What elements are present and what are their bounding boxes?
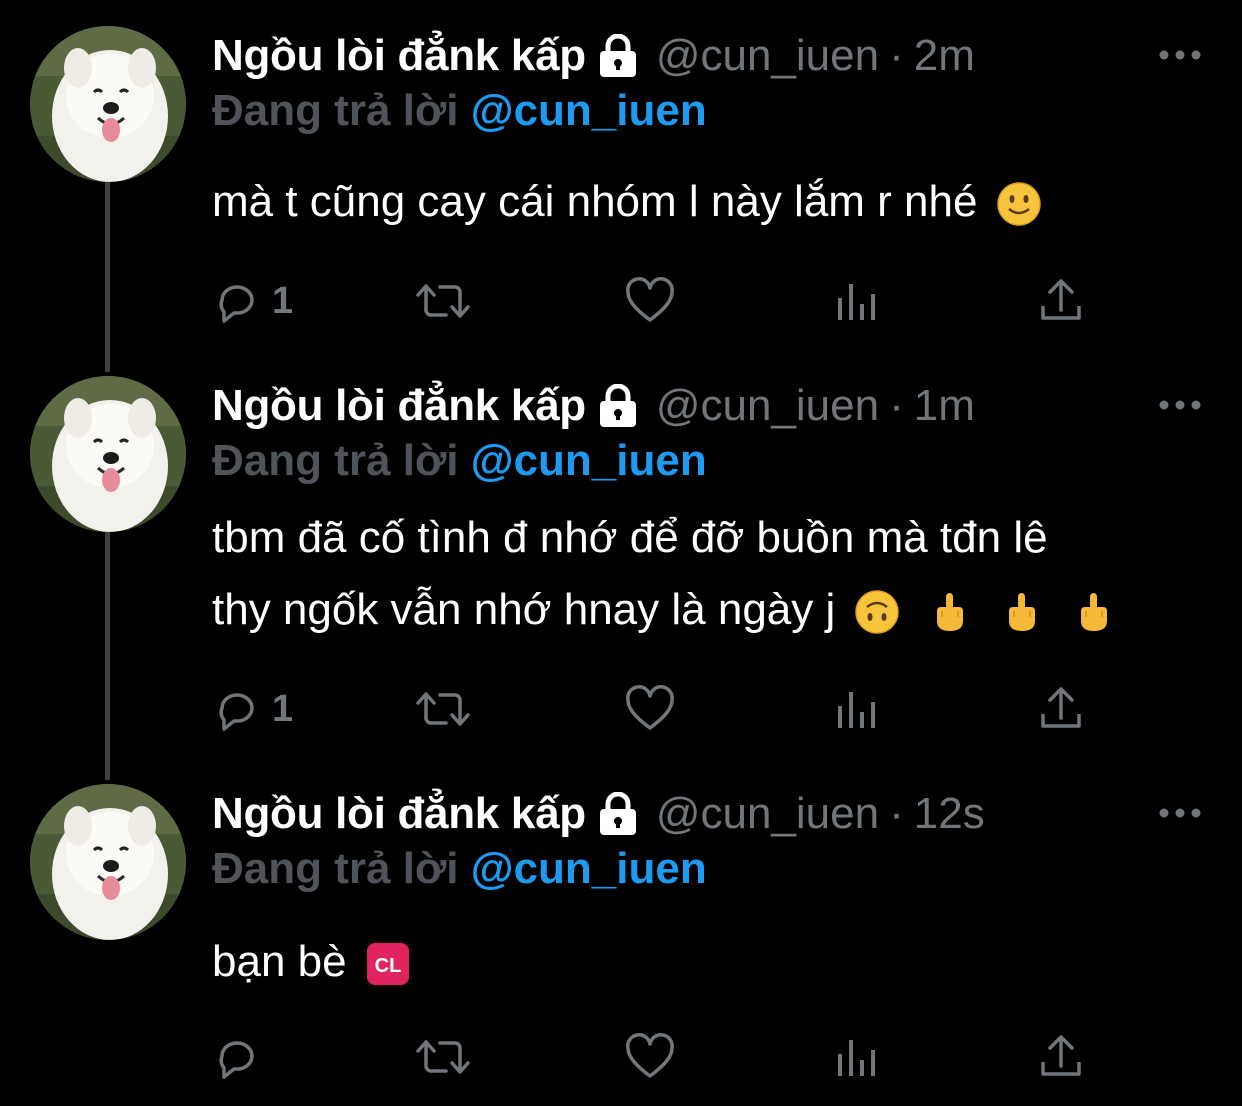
tweet-line: mà t cũng cay cái nhóm l này lắm r nhé xyxy=(212,177,978,226)
display-name[interactable]: Ngồu lòi đẳnk kấp xyxy=(212,31,586,81)
lock-icon xyxy=(599,792,636,835)
reply-count: 1 xyxy=(272,687,294,730)
slightly-smiling-face-emoji xyxy=(996,182,1041,227)
middle-finger-emoji xyxy=(1081,593,1108,632)
user-handle[interactable]: @cun_iuen xyxy=(656,789,879,839)
lock-icon xyxy=(599,34,636,77)
like-icon xyxy=(626,1033,674,1078)
share-icon xyxy=(1041,279,1081,320)
display-name[interactable]: Ngồu lòi đẳnk kấp xyxy=(212,789,586,839)
separator-dot: · xyxy=(889,381,904,430)
timestamp[interactable]: 12s xyxy=(914,789,985,839)
like-icon xyxy=(626,277,674,322)
replying-to-label: Đang trả lời xyxy=(212,86,459,135)
tweet-actions xyxy=(212,1030,1092,1084)
retweet-icon xyxy=(416,284,470,318)
replying-to: Đang trả lời @cun_iuen xyxy=(212,436,707,486)
views-button[interactable] xyxy=(834,682,880,736)
reply-icon xyxy=(219,285,254,323)
tweet-thread: Ngồu lòi đẳnk kấp @cun_iuen · 2m Đang tr… xyxy=(0,0,1242,1106)
upside-down-face-emoji xyxy=(854,590,899,635)
tweet[interactable]: Ngồu lòi đẳnk kấp @cun_iuen · 12s Đang t… xyxy=(0,784,1242,1094)
tweet-line: bạn bè xyxy=(212,937,347,986)
tweet-line-with-emoji: thy ngốk vẫn nhớ hnay là ngày j xyxy=(212,574,1212,646)
samoyed-avatar-image xyxy=(30,376,186,532)
tweet[interactable]: Ngồu lòi đẳnk kấp @cun_iuen · 2m Đang tr… xyxy=(0,26,1242,356)
tweet[interactable]: Ngồu lòi đẳnk kấp @cun_iuen · 1m Đang tr… xyxy=(0,376,1242,766)
share-button[interactable] xyxy=(1038,274,1084,328)
reply-icon xyxy=(219,1041,254,1079)
lock-icon xyxy=(599,384,636,427)
reply-icon xyxy=(219,693,254,731)
tweet-text: mà t cũng cay cái nhóm l này lắm r nhé xyxy=(212,166,1212,238)
tweet-text: tbm đã cố tình đ nhớ để đỡ buồn mà tđn l… xyxy=(212,502,1212,646)
more-icon[interactable] xyxy=(1158,806,1202,820)
views-icon xyxy=(838,284,875,320)
views-icon xyxy=(838,692,875,728)
tweet-line: tbm đã cố tình đ nhớ để đỡ buồn mà tđn l… xyxy=(212,513,1048,562)
middle-finger-emoji xyxy=(1008,593,1035,632)
tweet-header: Ngồu lòi đẳnk kấp @cun_iuen · 12s xyxy=(212,784,985,844)
reply-button[interactable]: 1 xyxy=(212,682,293,736)
replying-to-label: Đang trả lời xyxy=(212,436,459,485)
samoyed-avatar-image xyxy=(30,26,186,182)
separator-dot: · xyxy=(889,31,904,80)
share-button[interactable] xyxy=(1038,682,1084,736)
middle-finger-emoji xyxy=(936,593,963,632)
tweet-line: thy ngốk vẫn nhớ hnay là ngày j xyxy=(212,585,836,634)
retweet-icon xyxy=(416,1040,470,1074)
replying-to: Đang trả lời @cun_iuen xyxy=(212,844,707,894)
timestamp[interactable]: 1m xyxy=(914,381,975,431)
like-button[interactable] xyxy=(624,1030,676,1084)
display-name[interactable]: Ngồu lòi đẳnk kấp xyxy=(212,381,586,431)
views-button[interactable] xyxy=(834,274,880,328)
samoyed-avatar-image xyxy=(30,784,186,940)
avatar[interactable] xyxy=(30,784,186,940)
tweet-text: bạn bè CL xyxy=(212,926,1212,998)
tweet-actions: 1 xyxy=(212,274,1092,328)
views-icon xyxy=(838,1040,875,1076)
like-button[interactable] xyxy=(624,274,676,328)
cl-emoji-label: CL xyxy=(374,955,401,977)
reply-count: 1 xyxy=(272,279,294,322)
share-icon xyxy=(1041,687,1081,728)
avatar[interactable] xyxy=(30,376,186,532)
tweet-actions: 1 xyxy=(212,682,1092,736)
more-icon[interactable] xyxy=(1158,48,1202,62)
replying-to-label: Đang trả lời xyxy=(212,844,459,893)
mention-link[interactable]: @cun_iuen xyxy=(471,436,707,485)
user-handle[interactable]: @cun_iuen xyxy=(656,31,879,81)
retweet-button[interactable] xyxy=(414,274,472,328)
separator-dot: · xyxy=(889,789,904,838)
avatar[interactable] xyxy=(30,26,186,182)
more-icon[interactable] xyxy=(1158,398,1202,412)
tweet-header: Ngồu lòi đẳnk kấp @cun_iuen · 1m xyxy=(212,376,975,436)
mention-link[interactable]: @cun_iuen xyxy=(471,844,707,893)
cl-button-emoji: CL xyxy=(366,943,409,986)
retweet-icon xyxy=(416,692,470,726)
timestamp[interactable]: 2m xyxy=(914,31,975,81)
retweet-button[interactable] xyxy=(414,1030,472,1084)
reply-button[interactable] xyxy=(212,1030,262,1084)
tweet-header: Ngồu lòi đẳnk kấp @cun_iuen · 2m xyxy=(212,26,975,86)
like-button[interactable] xyxy=(624,682,676,736)
retweet-button[interactable] xyxy=(414,682,472,736)
replying-to: Đang trả lời @cun_iuen xyxy=(212,86,707,136)
views-button[interactable] xyxy=(834,1030,880,1084)
user-handle[interactable]: @cun_iuen xyxy=(656,381,879,431)
reply-button[interactable]: 1 xyxy=(212,274,293,328)
share-button[interactable] xyxy=(1038,1030,1084,1084)
like-icon xyxy=(626,685,674,730)
share-icon xyxy=(1041,1035,1081,1076)
mention-link[interactable]: @cun_iuen xyxy=(471,86,707,135)
